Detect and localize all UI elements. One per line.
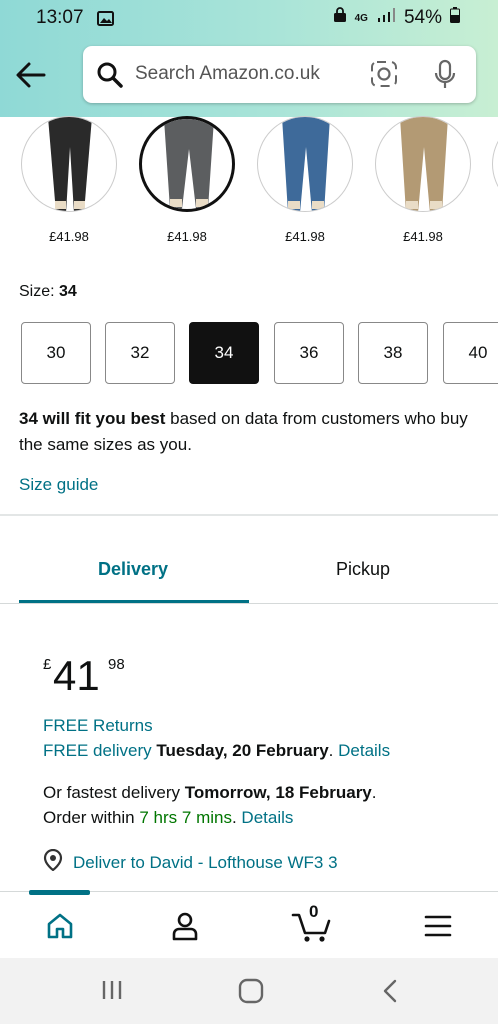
size-guide-link[interactable]: Size guide xyxy=(19,475,98,495)
header: 13:07 4G 54% xyxy=(0,0,498,117)
size-option-36[interactable]: 36 xyxy=(274,322,344,384)
selected-size: 34 xyxy=(59,283,77,300)
countdown: 7 hrs 7 mins xyxy=(139,808,232,827)
fastest-delivery-line: Or fastest delivery Tomorrow, 18 Februar… xyxy=(43,783,377,802)
search-input[interactable] xyxy=(135,58,365,90)
price-currency: £ xyxy=(43,656,52,673)
swatch-khaki[interactable]: £41.98 xyxy=(375,116,471,244)
swatch-more[interactable] xyxy=(492,116,498,212)
size-recommendation: 34 will fit you best based on data from … xyxy=(19,409,468,454)
swatch-price: £41.98 xyxy=(167,229,207,244)
signal-icon xyxy=(376,7,396,29)
price-fraction: 98 xyxy=(108,656,125,673)
location-pin-icon xyxy=(43,848,63,876)
battery-percent: 54% xyxy=(403,7,442,28)
swatch-image xyxy=(257,116,353,212)
swatch-image xyxy=(21,116,117,212)
trousers-image xyxy=(48,117,92,211)
swatch-price: £41.98 xyxy=(285,229,325,244)
trousers-image xyxy=(164,119,214,209)
price-whole: 41 xyxy=(53,652,100,699)
recent-apps-icon[interactable] xyxy=(101,978,123,1007)
details-link[interactable]: Details xyxy=(241,808,293,827)
swatch-price: £41.98 xyxy=(403,229,443,244)
size-option-38[interactable]: 38 xyxy=(358,322,428,384)
deliver-to-label: Deliver to David - Lofthouse WF3 3 xyxy=(73,852,338,872)
size-option-40[interactable]: 40 xyxy=(443,322,498,384)
active-nav-indicator xyxy=(29,890,90,895)
swatch-image xyxy=(375,116,471,212)
size-option-32[interactable]: 32 xyxy=(105,322,175,384)
deliver-to-link[interactable]: Deliver to David - Lofthouse WF3 3 xyxy=(43,848,338,876)
cart-count: 0 xyxy=(309,902,319,921)
swatch-grey[interactable]: £41.98 xyxy=(139,116,235,244)
lock-icon xyxy=(333,7,347,29)
status-time: 13:07 xyxy=(36,7,84,28)
trousers-image xyxy=(400,117,448,211)
swatch-image xyxy=(492,116,498,212)
size-label: Size: 34 xyxy=(19,283,77,300)
size-option-30[interactable]: 30 xyxy=(21,322,91,384)
swatch-image xyxy=(139,116,235,212)
network-label: 4G xyxy=(354,12,368,24)
account-icon[interactable] xyxy=(165,906,205,946)
status-right: 4G 54% xyxy=(333,7,460,29)
gallery-icon xyxy=(97,10,114,32)
divider xyxy=(0,514,498,516)
swatch-black[interactable]: £41.98 xyxy=(21,116,117,244)
size-option-34[interactable]: 34 xyxy=(189,322,259,384)
details-link[interactable]: Details xyxy=(338,741,390,760)
swatch-blue[interactable]: £41.98 xyxy=(257,116,353,244)
search-bar[interactable] xyxy=(83,46,476,103)
trousers-image xyxy=(282,117,330,211)
tab-delivery[interactable]: Delivery xyxy=(98,559,168,580)
home-icon[interactable] xyxy=(40,906,80,946)
free-returns-link[interactable]: FREE Returns xyxy=(43,713,153,738)
system-nav-bar xyxy=(0,958,498,1024)
free-delivery-line: FREE delivery Tuesday, 20 February. Deta… xyxy=(43,741,391,760)
status-bar: 13:07 4G 54% xyxy=(0,0,498,36)
back-button-icon[interactable] xyxy=(381,978,399,1009)
home-button-icon[interactable] xyxy=(238,978,264,1009)
camera-search-icon[interactable] xyxy=(370,60,398,93)
microphone-icon[interactable] xyxy=(433,59,457,96)
colour-swatches: £41.98 £41.98 £41.98 £41.98 xyxy=(0,112,498,252)
swatch-price: £41.98 xyxy=(49,229,89,244)
tab-pickup[interactable]: Pickup xyxy=(336,559,390,580)
cart-icon[interactable]: 0 xyxy=(290,902,336,946)
order-within-line: Order within 7 hrs 7 mins. Details xyxy=(43,808,294,827)
divider xyxy=(0,603,498,604)
battery-icon xyxy=(450,7,460,29)
bottom-nav: 0 xyxy=(0,890,498,958)
menu-icon[interactable] xyxy=(418,906,458,946)
back-arrow-icon[interactable] xyxy=(14,58,48,92)
search-icon xyxy=(96,61,124,94)
